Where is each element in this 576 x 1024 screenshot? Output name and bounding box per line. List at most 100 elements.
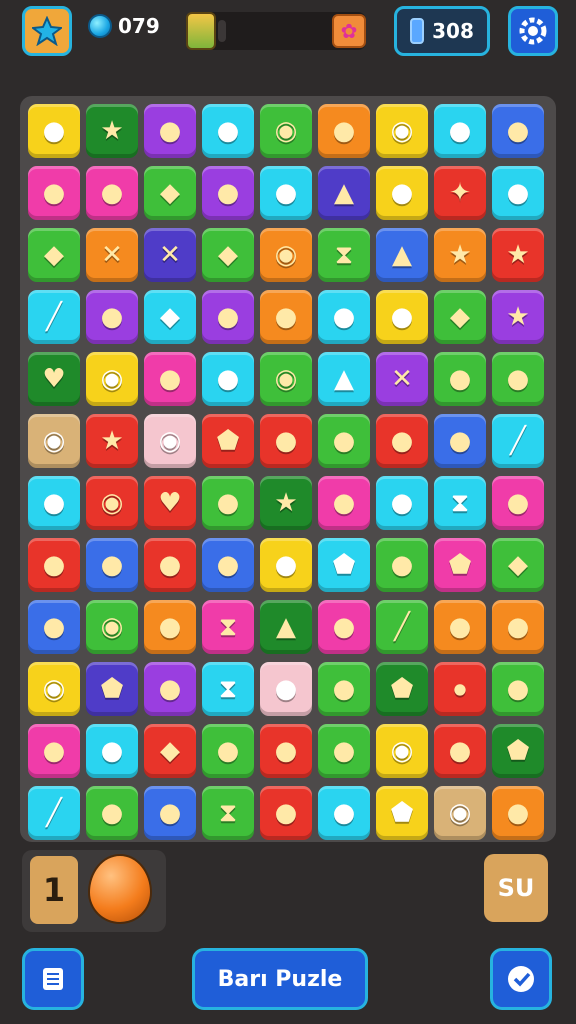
- board-tile[interactable]: ●: [492, 786, 544, 840]
- board-tile[interactable]: ⧗: [202, 786, 254, 840]
- board-tile[interactable]: ●: [144, 538, 196, 592]
- board-tile[interactable]: ●: [28, 476, 80, 530]
- board-tile[interactable]: ◉: [144, 414, 196, 468]
- board-tile[interactable]: ⬟: [202, 414, 254, 468]
- board-tile[interactable]: ●: [86, 724, 138, 778]
- board-tile[interactable]: ◉: [260, 352, 312, 406]
- board-tile[interactable]: ⬟: [318, 538, 370, 592]
- board-tile[interactable]: ★: [492, 228, 544, 282]
- board-tile[interactable]: ●: [202, 352, 254, 406]
- board-tile[interactable]: ●: [260, 414, 312, 468]
- board-tile[interactable]: ●: [144, 786, 196, 840]
- board-tile[interactable]: ●: [376, 290, 428, 344]
- orange-drop-icon[interactable]: [88, 854, 152, 924]
- board-tile[interactable]: ●: [86, 538, 138, 592]
- board-tile[interactable]: ●: [144, 352, 196, 406]
- board-tile[interactable]: ▲: [260, 600, 312, 654]
- board-tile[interactable]: ●: [202, 724, 254, 778]
- board-tile[interactable]: ◉: [376, 104, 428, 158]
- board-tile[interactable]: ●: [202, 290, 254, 344]
- board-tile[interactable]: ●: [492, 104, 544, 158]
- board-tile[interactable]: ◆: [144, 724, 196, 778]
- board-tile[interactable]: ♥: [28, 352, 80, 406]
- board-tile[interactable]: ●: [28, 166, 80, 220]
- board-tile[interactable]: ✕: [144, 228, 196, 282]
- board-tile[interactable]: ♥: [144, 476, 196, 530]
- board-tile[interactable]: ★: [260, 476, 312, 530]
- board-tile[interactable]: ●: [492, 662, 544, 716]
- board-tile[interactable]: ●: [260, 662, 312, 716]
- board-tile[interactable]: ◉: [260, 104, 312, 158]
- menu-button[interactable]: [22, 948, 84, 1010]
- board-tile[interactable]: ⬟: [492, 724, 544, 778]
- board-tile[interactable]: ●: [86, 166, 138, 220]
- board-tile[interactable]: ●: [318, 786, 370, 840]
- board-tile[interactable]: ★: [434, 228, 486, 282]
- board-tile[interactable]: ◉: [86, 352, 138, 406]
- board-tile[interactable]: ◉: [86, 600, 138, 654]
- board-tile[interactable]: ★: [492, 290, 544, 344]
- board-tile[interactable]: ◉: [28, 414, 80, 468]
- board-tile[interactable]: ●: [28, 600, 80, 654]
- board-tile[interactable]: ●: [202, 166, 254, 220]
- board-tile[interactable]: ⬟: [376, 662, 428, 716]
- board-tile[interactable]: ●: [202, 104, 254, 158]
- board-tile[interactable]: ●: [376, 414, 428, 468]
- board-tile[interactable]: ●: [376, 476, 428, 530]
- board-tile[interactable]: ◉: [260, 228, 312, 282]
- board-tile[interactable]: ●: [434, 352, 486, 406]
- board-tile[interactable]: ●: [434, 414, 486, 468]
- board-tile[interactable]: ⬟: [376, 786, 428, 840]
- board-tile[interactable]: ●: [318, 290, 370, 344]
- board-tile[interactable]: ●: [28, 538, 80, 592]
- board-tile[interactable]: ●: [318, 600, 370, 654]
- board-tile[interactable]: ✦: [434, 166, 486, 220]
- board-tile[interactable]: ╱: [492, 414, 544, 468]
- board-tile[interactable]: ▲: [318, 352, 370, 406]
- board-tile[interactable]: ●: [86, 786, 138, 840]
- board-tile[interactable]: ▲: [318, 166, 370, 220]
- board-tile[interactable]: ◉: [28, 662, 80, 716]
- board-tile[interactable]: ⬟: [86, 662, 138, 716]
- board-tile[interactable]: ◆: [144, 290, 196, 344]
- board-tile[interactable]: ◆: [434, 290, 486, 344]
- board-tile[interactable]: ●: [318, 104, 370, 158]
- board-tile[interactable]: ⧗: [318, 228, 370, 282]
- board-tile[interactable]: ⧗: [202, 662, 254, 716]
- title-button[interactable]: Barı Puzle: [192, 948, 368, 1010]
- board-tile[interactable]: ●: [318, 724, 370, 778]
- board-tile[interactable]: ⬟: [434, 538, 486, 592]
- board-tile[interactable]: ●: [434, 600, 486, 654]
- board-tile[interactable]: ◉: [376, 724, 428, 778]
- board-tile[interactable]: ⦁: [434, 662, 486, 716]
- shuffle-button[interactable]: SU: [484, 854, 548, 922]
- board-tile[interactable]: ●: [492, 600, 544, 654]
- board-tile[interactable]: ●: [260, 786, 312, 840]
- board-tile[interactable]: ◆: [144, 166, 196, 220]
- star-button[interactable]: [22, 6, 72, 56]
- board-tile[interactable]: ⧗: [434, 476, 486, 530]
- board-tile[interactable]: ●: [28, 104, 80, 158]
- board-tile[interactable]: ●: [260, 290, 312, 344]
- settings-button[interactable]: [508, 6, 558, 56]
- board-tile[interactable]: ●: [144, 662, 196, 716]
- board-tile[interactable]: ▲: [376, 228, 428, 282]
- board-tile[interactable]: ★: [86, 104, 138, 158]
- board-tile[interactable]: ●: [28, 724, 80, 778]
- board-tile[interactable]: ●: [260, 724, 312, 778]
- board-tile[interactable]: ●: [434, 104, 486, 158]
- board-tile[interactable]: ●: [260, 166, 312, 220]
- board-tile[interactable]: ●: [318, 476, 370, 530]
- board-tile[interactable]: ★: [86, 414, 138, 468]
- board-tile[interactable]: ●: [492, 476, 544, 530]
- board-tile[interactable]: ●: [86, 290, 138, 344]
- board-tile[interactable]: ●: [318, 414, 370, 468]
- board-tile[interactable]: ◆: [202, 228, 254, 282]
- board-tile[interactable]: ◉: [86, 476, 138, 530]
- board-tile[interactable]: ●: [260, 538, 312, 592]
- board-tile[interactable]: ●: [144, 104, 196, 158]
- board-tile[interactable]: ●: [376, 166, 428, 220]
- board-tile[interactable]: ●: [202, 538, 254, 592]
- board-tile[interactable]: ◉: [434, 786, 486, 840]
- board-tile[interactable]: ╱: [28, 290, 80, 344]
